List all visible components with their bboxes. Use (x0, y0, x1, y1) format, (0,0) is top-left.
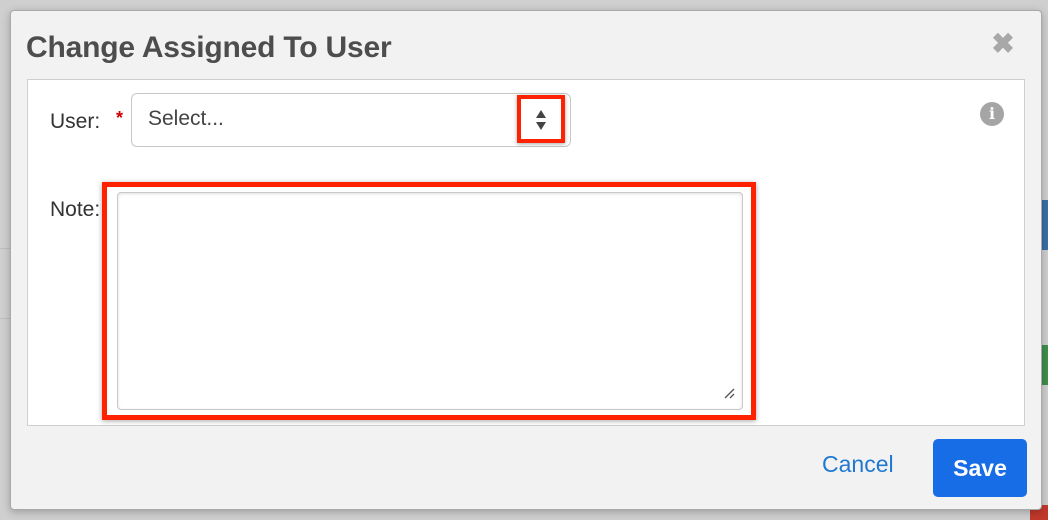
note-label: Note: (50, 198, 101, 221)
info-icon[interactable]: i (980, 102, 1004, 126)
background-element (1042, 345, 1048, 385)
user-label: User: (50, 110, 101, 133)
user-select[interactable]: Select... (131, 93, 571, 147)
dialog-title: Change Assigned To User (26, 31, 392, 64)
select-arrows-icon[interactable] (517, 95, 565, 143)
required-marker: * (116, 108, 124, 128)
cancel-button[interactable]: Cancel (822, 451, 894, 478)
change-assigned-user-dialog: Change Assigned To User ✖ User: * Select… (10, 10, 1042, 510)
arrow-down-icon (536, 122, 546, 130)
resize-grip-icon[interactable] (723, 387, 735, 399)
background-divider (0, 318, 10, 319)
save-button[interactable]: Save (933, 439, 1027, 497)
dialog-body: User: * Select... i Note: (27, 79, 1025, 426)
note-textarea[interactable] (117, 192, 743, 410)
user-select-value: Select... (148, 107, 224, 130)
note-highlight-box (102, 182, 756, 420)
background-element (1042, 200, 1048, 250)
background-divider (0, 248, 10, 249)
arrow-up-icon (536, 110, 546, 118)
close-icon[interactable]: ✖ (991, 30, 1015, 58)
